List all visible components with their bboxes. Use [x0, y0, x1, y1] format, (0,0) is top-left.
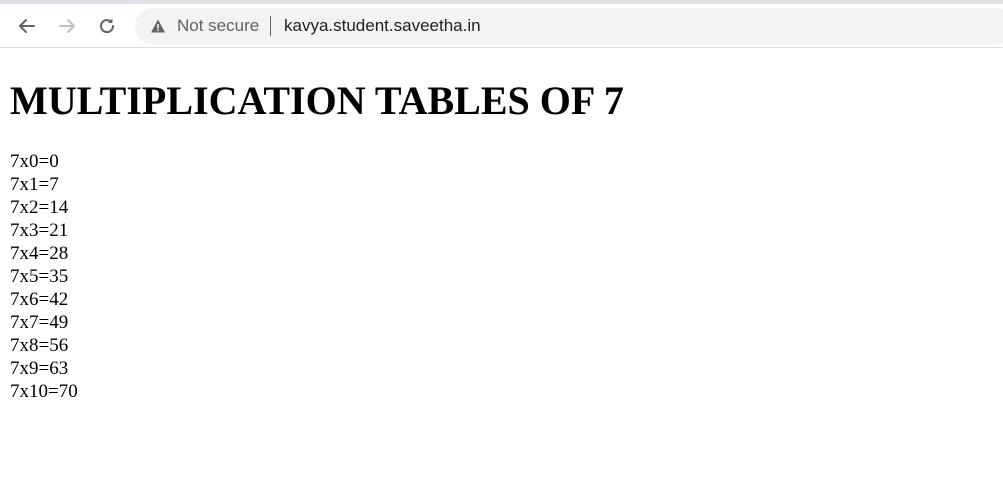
table-line: 7x9=63 — [10, 358, 69, 379]
page-title: MULTIPLICATION TABLES OF 7 — [10, 78, 624, 123]
reload-button[interactable] — [91, 10, 123, 42]
table-line: 7x7=49 — [10, 312, 69, 333]
table-line: 7x6=42 — [10, 289, 69, 310]
url-text[interactable]: kavya.student.saveetha.in — [284, 16, 481, 36]
forward-button[interactable] — [51, 10, 83, 42]
table-line: 7x10=70 — [10, 381, 78, 402]
address-separator — [270, 16, 271, 36]
table-line: 7x0=0 — [10, 151, 59, 172]
back-arrow-icon — [19, 19, 35, 33]
table-line: 7x2=14 — [10, 197, 69, 218]
back-button[interactable] — [11, 10, 43, 42]
page-content: MULTIPLICATION TABLES OF 7 7x0=0 7x1=7 7… — [0, 48, 1003, 492]
security-status[interactable]: Not secure — [177, 16, 259, 36]
browser-toolbar: Not secure kavya.student.saveetha.in — [0, 0, 1003, 48]
forward-arrow-icon — [59, 19, 75, 33]
warning-icon — [151, 19, 165, 33]
address-bar[interactable]: Not secure kavya.student.saveetha.in — [135, 8, 1003, 44]
table-line: 7x1=7 — [10, 174, 59, 195]
table-line: 7x4=28 — [10, 243, 69, 264]
reload-icon — [100, 18, 115, 34]
multiplication-list: 7x0=0 7x1=7 7x2=14 7x3=21 7x4=28 7x5=35 … — [10, 150, 78, 403]
table-line: 7x5=35 — [10, 266, 69, 287]
table-line: 7x8=56 — [10, 335, 69, 356]
table-line: 7x3=21 — [10, 220, 69, 241]
